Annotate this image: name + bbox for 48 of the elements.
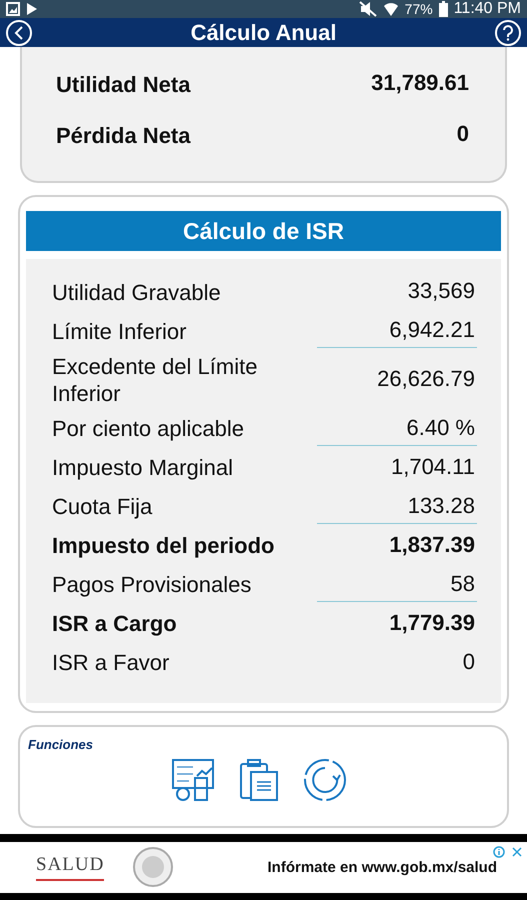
row-label: Utilidad Gravable [52, 280, 221, 306]
row-label: Impuesto del periodo [52, 533, 274, 560]
function-button[interactable] [302, 758, 346, 802]
ad-banner[interactable]: SALUD Infórmate en www.gob.mx/salud [0, 834, 527, 900]
image-icon [6, 2, 20, 16]
function-button[interactable] [170, 758, 214, 802]
row-value: 133.28 [317, 490, 477, 524]
screen-title: Cálculo Anual [190, 20, 338, 46]
clock: 11:40 PM [454, 0, 521, 18]
row-label: Utilidad Neta [56, 72, 190, 98]
functions-title: Funciones [28, 736, 94, 752]
row-value: 0 [462, 648, 476, 676]
row-label: Por ciento aplicable [52, 416, 244, 443]
help-button[interactable] [495, 20, 521, 46]
calculator-chart-icon [170, 758, 214, 802]
row-label: ISR a Favor [52, 650, 170, 677]
row-value: 58 [317, 568, 477, 602]
row-value: 1,779.39 [388, 608, 476, 637]
row-label: Impuesto Marginal [52, 455, 233, 482]
play-icon [26, 2, 38, 16]
row-value: 0 [456, 120, 470, 148]
row-value: 6,942.21 [317, 315, 477, 348]
row-value: 33,569 [406, 277, 476, 306]
mute-icon [358, 1, 377, 18]
row-label: Límite Inferior [52, 318, 186, 345]
salud-logo: SALUD [36, 854, 104, 881]
row-value: 6.40 % [317, 412, 477, 446]
row-value: 1,837.39 [388, 530, 476, 559]
row-value: 1,704.11 [390, 452, 476, 481]
info-icon[interactable] [493, 846, 505, 858]
seal-icon [132, 846, 174, 888]
close-icon[interactable] [511, 846, 523, 858]
row-value: 26,626.79 [376, 365, 476, 394]
battery-icon [438, 1, 448, 18]
refresh-icon [302, 758, 346, 802]
row-label: Pagos Provisionales [52, 572, 252, 599]
row-label: Excedente del Límite Inferior [52, 354, 258, 407]
wifi-icon [382, 1, 399, 18]
row-value: 31,789.61 [370, 69, 470, 98]
chevron-left-icon [13, 26, 25, 40]
section-title: Cálculo de ISR [26, 211, 501, 252]
battery-percent: 77% [404, 1, 433, 18]
row-label: ISR a Cargo [52, 611, 177, 638]
ad-text: Infórmate en www.gob.mx/salud [268, 858, 497, 876]
question-mark-icon [502, 24, 514, 41]
row-label: Pérdida Neta [56, 122, 190, 149]
back-button[interactable] [6, 20, 32, 46]
row-label: Cuota Fija [52, 494, 152, 521]
